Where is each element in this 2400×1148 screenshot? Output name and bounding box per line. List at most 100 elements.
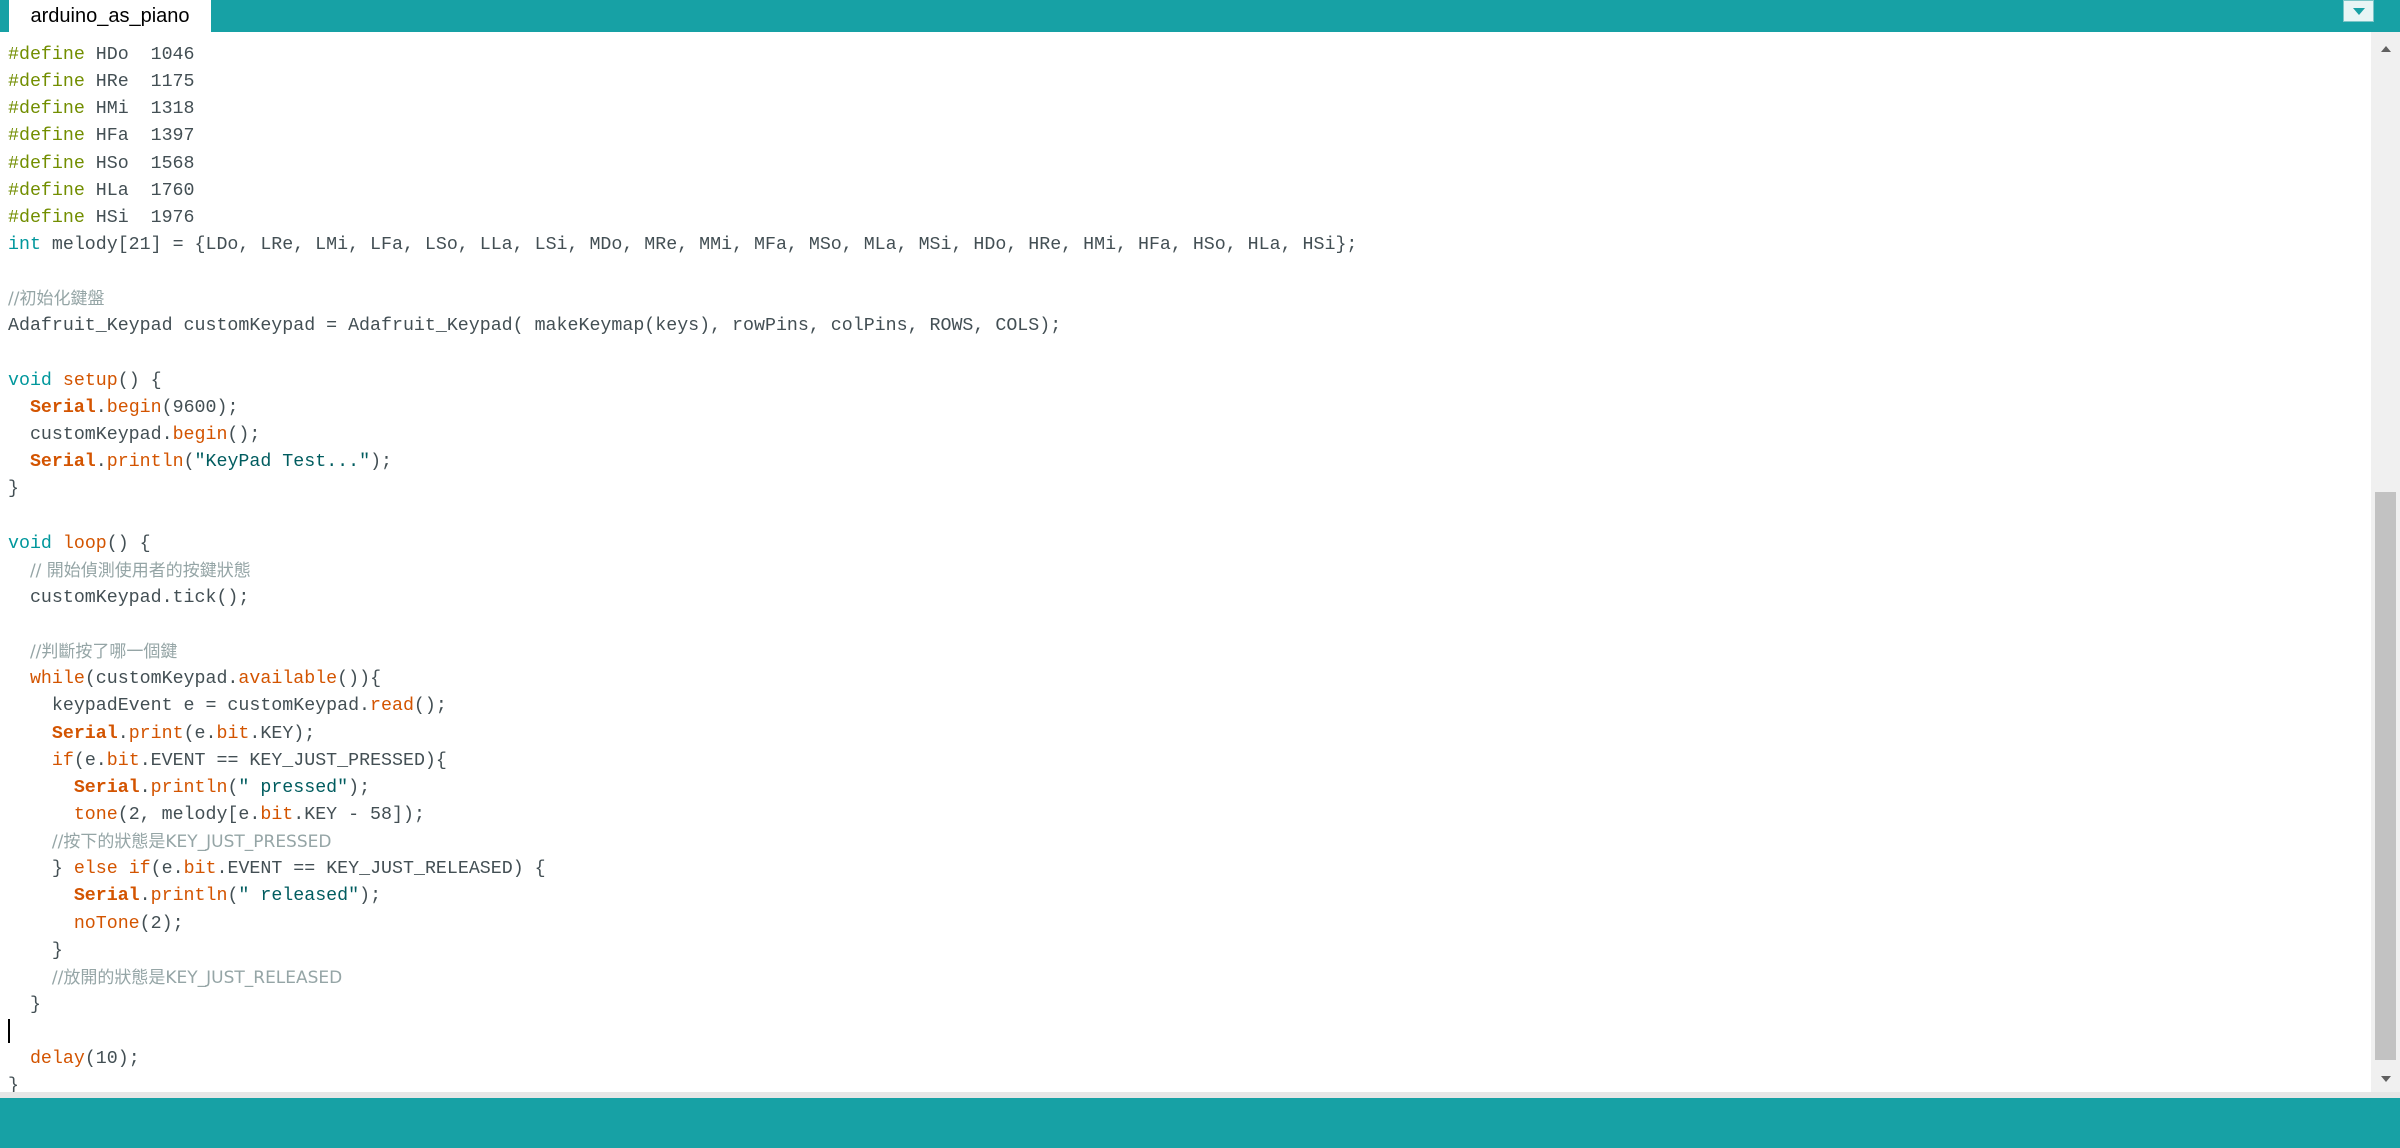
code-token: int bbox=[8, 234, 41, 255]
code-token: println bbox=[106, 452, 184, 473]
code-line: tone(2, melody[e.bit.KEY - 58]); bbox=[8, 802, 1357, 829]
code-line: Serial.print(e.bit.KEY); bbox=[8, 721, 1357, 748]
code-token: #define bbox=[8, 45, 85, 65]
code-token: "KeyPad Test..." bbox=[194, 452, 371, 473]
code-line: void loop() { bbox=[8, 531, 1357, 558]
code-line: #define HSi 1976 bbox=[8, 205, 1357, 232]
code-token: #define bbox=[8, 99, 85, 120]
code-token: #define bbox=[8, 180, 85, 201]
code-token: setup bbox=[62, 370, 118, 391]
code-token: .KEY - 58]); bbox=[293, 804, 425, 825]
code-token: " released" bbox=[238, 886, 360, 907]
code-token: HDo 1046 bbox=[84, 45, 195, 65]
code-line: //判斷按了哪一個鍵 bbox=[8, 639, 1357, 666]
code-token: ); bbox=[359, 886, 382, 907]
vertical-scrollbar[interactable] bbox=[2371, 32, 2400, 1092]
code-line: #define HDo 1046 bbox=[8, 42, 1357, 69]
code-token: ( bbox=[227, 777, 239, 798]
code-line: customKeypad.tick(); bbox=[8, 585, 1357, 612]
tab-menu-button[interactable] bbox=[2343, 0, 2374, 22]
code-token: melody[21] = {LDo, LRe, LMi, LFa, LSo, L… bbox=[40, 234, 1358, 255]
code-token: .KEY); bbox=[249, 723, 316, 744]
code-token: } bbox=[8, 940, 63, 961]
code-token: } bbox=[8, 994, 41, 1015]
code-token: HFa 1397 bbox=[84, 126, 195, 147]
code-line: noTone(2); bbox=[8, 911, 1357, 938]
scrollbar-thumb[interactable] bbox=[2375, 492, 2396, 1060]
code-token: (e. bbox=[183, 723, 217, 744]
code-token: (2, melody[e. bbox=[117, 804, 261, 825]
code-line: #define HMi 1318 bbox=[8, 96, 1357, 123]
code-token: HSo 1568 bbox=[84, 153, 195, 174]
code-token: Serial bbox=[29, 452, 96, 473]
code-token: ( bbox=[183, 452, 195, 473]
code-token: println bbox=[150, 777, 228, 798]
code-token: bit bbox=[106, 750, 140, 771]
scroll-up-button[interactable] bbox=[2371, 36, 2400, 62]
code-line: } bbox=[8, 938, 1357, 965]
code-token: Serial bbox=[73, 886, 140, 907]
code-editor[interactable]: #define HDo 1046 #define HRe 1175 #define … bbox=[0, 32, 2371, 1092]
code-line: delay(10); bbox=[8, 1046, 1357, 1073]
scroll-down-button[interactable] bbox=[2371, 1066, 2400, 1092]
code-token: (e. bbox=[150, 859, 184, 880]
code-token: loop bbox=[62, 533, 107, 554]
code-token: #define bbox=[8, 207, 85, 228]
code-token: available bbox=[238, 669, 338, 690]
code-line: int melody[21] = {LDo, LRe, LMi, LFa, LS… bbox=[8, 232, 1357, 259]
code-token: void bbox=[8, 370, 52, 391]
code-token: (e. bbox=[73, 750, 107, 771]
code-token: // 開始偵測使用者的按鍵狀態 bbox=[29, 560, 251, 581]
code-token: } bbox=[8, 1076, 19, 1092]
code-token: (2); bbox=[139, 913, 184, 934]
code-token: while bbox=[29, 669, 85, 690]
code-line: } else if(e.bit.EVENT == KEY_JUST_RELEAS… bbox=[8, 856, 1357, 883]
code-token: noTone bbox=[73, 913, 140, 934]
code-token: (customKeypad. bbox=[84, 669, 239, 690]
code-token: //判斷按了哪一個鍵 bbox=[29, 642, 178, 663]
code-line: // 開始偵測使用者的按鍵狀態 bbox=[8, 558, 1357, 585]
chevron-down-icon bbox=[2352, 7, 2366, 16]
code-token: } bbox=[8, 859, 74, 880]
tab-arduino-as-piano[interactable]: arduino_as_piano bbox=[9, 0, 211, 32]
code-token: (); bbox=[413, 696, 447, 717]
code-token: read bbox=[370, 696, 414, 717]
code-token: bit bbox=[260, 804, 294, 825]
code-token: if bbox=[128, 859, 151, 880]
code-token: bit bbox=[216, 723, 250, 744]
code-token: HRe 1175 bbox=[84, 72, 195, 93]
code-token: //放開的狀態是KEY_JUST_RELEASED bbox=[51, 967, 343, 988]
code-line: Serial.println(" released"); bbox=[8, 883, 1357, 910]
code-line: Serial.begin(9600); bbox=[8, 395, 1357, 422]
triangle-down-icon bbox=[2380, 1070, 2392, 1088]
code-token: //初始化鍵盤 bbox=[8, 289, 105, 310]
code-token: . bbox=[95, 397, 107, 418]
code-token: void bbox=[8, 533, 52, 554]
code-token: () { bbox=[117, 370, 162, 391]
code-token: bit bbox=[183, 859, 217, 880]
code-token: HSi 1976 bbox=[84, 207, 195, 228]
code-token: HLa 1760 bbox=[84, 180, 195, 201]
code-token: ( bbox=[227, 886, 239, 907]
arduino-ide-window: arduino_as_piano #define HDo 1046 #define… bbox=[0, 0, 2400, 1148]
code-token: if bbox=[51, 750, 74, 771]
code-token: ); bbox=[370, 452, 393, 473]
code-token: else bbox=[73, 859, 118, 880]
triangle-up-icon bbox=[2380, 40, 2392, 58]
code-token: Adafruit_Keypad customKeypad = Adafruit_… bbox=[8, 316, 1062, 337]
code-token: ()){ bbox=[337, 669, 382, 690]
